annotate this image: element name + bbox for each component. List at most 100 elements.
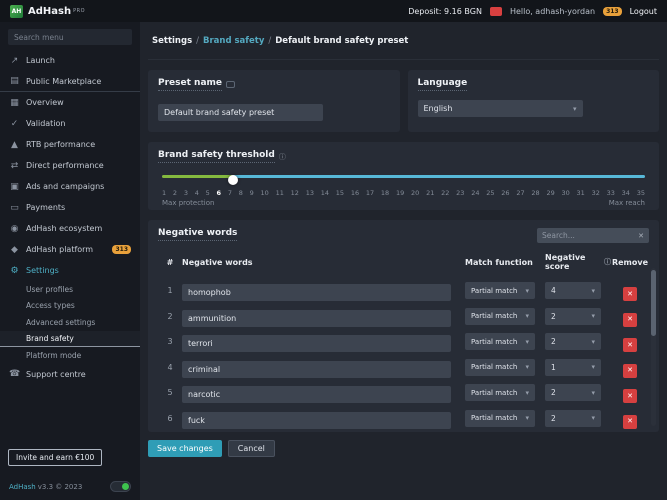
remove-row-button[interactable]: ✕ <box>623 364 637 378</box>
ads-campaigns-icon: ▣ <box>9 182 20 192</box>
top-header: AH AdHash PRO Deposit: 9.16 BGN Hello, a… <box>0 0 667 22</box>
breadcrumb-brand-safety[interactable]: Brand safety <box>203 36 264 46</box>
slider-tick: 11 <box>276 189 284 197</box>
breadcrumb-current: Default brand safety preset <box>275 36 408 46</box>
sidebar-item-validation[interactable]: ✓Validation <box>0 113 140 134</box>
chevron-down-icon: ▾ <box>525 338 529 346</box>
language-select[interactable]: English ▾ <box>418 100 583 117</box>
save-changes-button[interactable]: Save changes <box>148 440 222 457</box>
match-function-select[interactable]: Partial match▾ <box>465 333 535 350</box>
remove-row-button[interactable]: ✕ <box>623 287 637 301</box>
sidebar-item-launch[interactable]: ↗Launch <box>0 50 140 71</box>
language-title: Language <box>418 78 468 91</box>
slider-tick: 20 <box>411 189 419 197</box>
sidebar-item-payments[interactable]: ▭ Payments <box>0 197 140 218</box>
threshold-slider[interactable] <box>162 175 645 185</box>
sidebar-search-input[interactable] <box>14 33 126 42</box>
notification-badge[interactable]: 313 <box>603 7 622 16</box>
sidebar-subitem-user-profiles[interactable]: User profiles <box>0 281 140 298</box>
search-input[interactable] <box>542 231 638 240</box>
slider-tick: 24 <box>471 189 479 197</box>
negative-word-input[interactable] <box>182 335 451 352</box>
sidebar-item-label: Settings <box>26 266 59 275</box>
negative-score-select[interactable]: 2▾ <box>545 333 601 350</box>
remove-row-button[interactable]: ✕ <box>623 313 637 327</box>
sidebar-item-settings[interactable]: ⚙Settings <box>0 260 140 281</box>
table-body: 1Partial match▾4▾✕2Partial match▾2▾✕3Par… <box>158 278 649 432</box>
deposit-badge[interactable] <box>490 7 502 16</box>
sidebar-subitem-access-types[interactable]: Access types <box>0 298 140 315</box>
payments-icon: ▭ <box>9 203 20 213</box>
sidebar-item-ads-and-campaigns[interactable]: ▣Ads and campaigns <box>0 176 140 197</box>
sidebar-subitem-advanced-settings[interactable]: Advanced settings <box>0 314 140 331</box>
rocket-icon: ↗ <box>9 56 20 66</box>
app-title: AdHash <box>28 6 71 17</box>
slider-tick: 25 <box>486 189 494 197</box>
overview-icon: ▦ <box>9 98 20 108</box>
sidebar-item-overview[interactable]: ▦Overview <box>0 92 140 113</box>
negative-score-select[interactable]: 4▾ <box>545 282 601 299</box>
match-function-select[interactable]: Partial match▾ <box>465 282 535 299</box>
sidebar-item-label: AdHash ecosystem <box>26 224 102 233</box>
breadcrumb: Settings / Brand safety / Default brand … <box>148 22 659 60</box>
slider-tick: 17 <box>366 189 374 197</box>
remove-row-button[interactable]: ✕ <box>623 338 637 352</box>
sidebar-menu: ↗Launch ▤ Public Marketplace ▦Overview✓Vali… <box>0 50 140 440</box>
logout-link[interactable]: Logout <box>630 7 657 16</box>
cancel-button[interactable]: Cancel <box>228 440 275 457</box>
sidebar-subitem-brand-safety[interactable]: Brand safety <box>0 331 140 348</box>
slider-tick: 30 <box>561 189 569 197</box>
slider-tick: 10 <box>261 189 269 197</box>
column-remove: Remove <box>611 258 649 267</box>
sidebar-subitem-platform-mode[interactable]: Platform mode <box>0 347 140 364</box>
sidebar-item-public-marketplace[interactable]: ▤ Public Marketplace <box>0 71 140 92</box>
clear-search-icon[interactable]: ✕ <box>638 232 644 240</box>
negative-words-title: Negative words <box>158 228 237 241</box>
user-greeting[interactable]: Hello, adhash-yordan <box>510 7 595 16</box>
remove-row-button[interactable]: ✕ <box>623 389 637 403</box>
main-content: Settings / Brand safety / Default brand … <box>140 22 667 500</box>
support-icon: ☎ <box>9 369 20 379</box>
negative-word-input[interactable] <box>182 284 451 301</box>
slider-tick: 22 <box>441 189 449 197</box>
match-function-select[interactable]: Partial match▾ <box>465 410 535 427</box>
negative-word-input[interactable] <box>182 412 451 429</box>
preset-name-title: Preset name <box>158 78 222 91</box>
preset-name-input[interactable] <box>158 104 323 121</box>
negative-score-select[interactable]: 1▾ <box>545 359 601 376</box>
slider-tick: 12 <box>291 189 299 197</box>
chevron-down-icon: ▾ <box>525 287 529 295</box>
sidebar-item-label: Public Marketplace <box>26 77 101 86</box>
sidebar-item-adhash-ecosystem[interactable]: ◉AdHash ecosystem <box>0 218 140 239</box>
theme-toggle[interactable] <box>110 481 131 492</box>
chevron-down-icon: ▾ <box>591 287 595 295</box>
negative-score-select[interactable]: 2▾ <box>545 410 601 427</box>
sidebar-item-label: Payments <box>26 203 65 212</box>
table-header: # Negative words Match function Negative… <box>158 248 649 278</box>
sidebar-item-rtb-performance[interactable]: ▲RTB performance <box>0 134 140 155</box>
marketplace-icon: ▤ <box>9 76 20 86</box>
scrollbar-thumb[interactable] <box>651 270 656 336</box>
deposit-label: Deposit: 9.16 BGN <box>408 7 482 16</box>
negative-score-select[interactable]: 2▾ <box>545 384 601 401</box>
sidebar-item-direct-performance[interactable]: ⇄Direct performance <box>0 155 140 176</box>
form-actions: Save changes Cancel <box>148 440 659 457</box>
sidebar-item-support-centre[interactable]: ☎Support centre <box>0 364 140 385</box>
table-scrollbar[interactable] <box>651 268 656 426</box>
breadcrumb-settings[interactable]: Settings <box>152 36 192 46</box>
table-row: 4Partial match▾1▾✕ <box>158 355 649 381</box>
min-label: Max protection <box>162 199 214 207</box>
slider-handle[interactable] <box>228 175 238 185</box>
negative-word-input[interactable] <box>182 310 451 327</box>
sidebar-item-adhash-platform[interactable]: ◆AdHash platform313 <box>0 239 140 260</box>
invite-earn-button[interactable]: Invite and earn €100 <box>8 449 102 466</box>
remove-row-button[interactable]: ✕ <box>623 415 637 429</box>
match-function-select[interactable]: Partial match▾ <box>465 359 535 376</box>
negative-score-select[interactable]: 2▾ <box>545 308 601 325</box>
negative-word-input[interactable] <box>182 386 451 403</box>
match-function-select[interactable]: Partial match▾ <box>465 384 535 401</box>
match-function-select[interactable]: Partial match▾ <box>465 308 535 325</box>
slider-tick: 29 <box>546 189 554 197</box>
slider-tick: 5 <box>206 189 210 197</box>
negative-word-input[interactable] <box>182 361 451 378</box>
